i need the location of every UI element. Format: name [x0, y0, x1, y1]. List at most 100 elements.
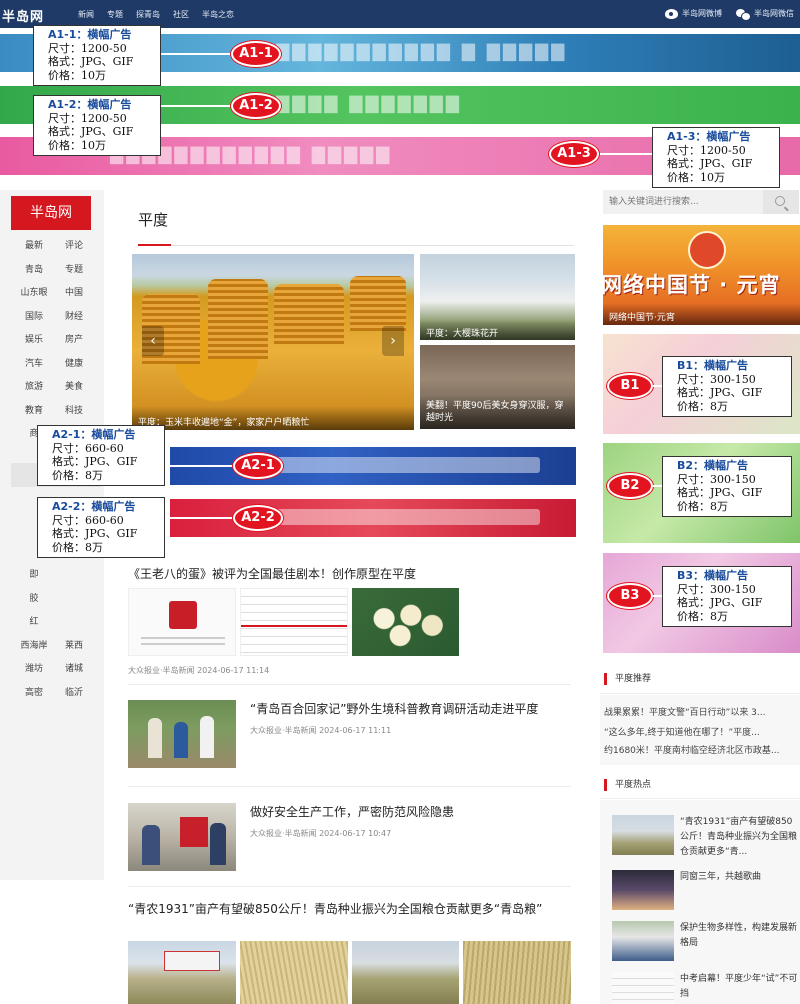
news-title[interactable]: “青岛百合回家记”野外生境科普教育调研活动走进平度 — [250, 701, 572, 717]
recommend-item[interactable]: “这么多年,终于知道他在哪了！”平度... — [604, 725, 800, 738]
news-meta: 大众报业·半岛新闻 2024-06-17 11:11 — [250, 726, 392, 735]
channel-link[interactable]: 评论 — [54, 238, 94, 262]
news-thumb[interactable] — [240, 588, 348, 656]
search-box — [603, 190, 799, 214]
news-item-3[interactable]: 做好安全生产工作，严密防范风险隐患 大众报业·半岛新闻 2024-06-17 1… — [250, 804, 572, 839]
ad-spec-format: 格式：JPG、GIF — [667, 157, 753, 170]
channel-link[interactable]: 旅游 — [14, 379, 54, 403]
hot-heading: 平度热点 — [604, 779, 651, 791]
ad-tag-b1: B1 — [607, 373, 653, 399]
recommend-item[interactable]: 战果累累！平度文警“百日行动”以来 3... — [604, 705, 800, 718]
news-item-1[interactable]: 《王老八的蛋》被评为全国最佳剧本！创作原型在平度 — [128, 566, 573, 582]
news-thumb[interactable] — [128, 700, 236, 768]
ad-spec-title: A2-1：横幅广告 — [52, 428, 136, 441]
channel-link[interactable]: 山东眼 — [14, 285, 54, 309]
festival-banner[interactable]: 网络中国节 · 元宵 网络中国节·元宵 — [603, 225, 800, 325]
channel-link[interactable]: 潍坊 — [14, 661, 54, 685]
news-thumb[interactable] — [352, 941, 459, 1004]
news-thumb[interactable] — [352, 588, 459, 656]
nav-item-news[interactable]: 新闻 — [78, 9, 94, 20]
hot-item[interactable]: 中考启幕！平度少年“试”不可挡 — [680, 972, 798, 1002]
hot-thumb[interactable] — [612, 921, 674, 961]
slider-side-photo-1[interactable]: 平度：大樱珠花开 — [420, 254, 575, 340]
news-thumb[interactable] — [240, 941, 348, 1004]
ad-tag-a2-2: A2-2 — [233, 505, 283, 531]
site-logo[interactable]: 半岛网 — [2, 6, 44, 25]
news-thumb[interactable] — [128, 941, 236, 1004]
ad-spec-size: 尺寸：1200-50 — [667, 143, 746, 157]
news-thumb[interactable] — [128, 588, 236, 656]
channel-link[interactable]: 科技 — [54, 403, 94, 427]
news-item-2[interactable]: “青岛百合回家记”野外生境科普教育调研活动走进平度 大众报业·半岛新闻 2024… — [250, 701, 572, 736]
channel-link[interactable]: 教育 — [14, 403, 54, 427]
slider-side-caption-2[interactable]: 美翻！平度90后美女身穿汉服，穿越时光 — [420, 395, 575, 429]
channel-link[interactable]: 美食 — [54, 379, 94, 403]
channel-link[interactable]: 高密 — [14, 685, 54, 709]
recommend-item[interactable]: 约1680米！平度南村临空经济北区市政基... — [604, 743, 800, 756]
nav-item-explore[interactable]: 探青岛 — [136, 9, 160, 20]
slider-side-photo-2[interactable]: 美翻！平度90后美女身穿汉服，穿越时光 — [420, 345, 575, 429]
ad-tag-b2: B2 — [607, 473, 653, 499]
news-meta: 大众报业·半岛新闻 2024-06-17 11:14 — [128, 666, 270, 675]
channel-link[interactable]: 红 — [14, 614, 54, 638]
channel-link[interactable]: 健康 — [54, 356, 94, 380]
festival-caption[interactable]: 网络中国节·元宵 — [603, 303, 800, 325]
slider-prev-button[interactable]: ‹ — [142, 326, 164, 356]
channel-link[interactable]: 西海岸 — [14, 638, 54, 662]
weibo-link[interactable]: 半岛网微博 — [665, 8, 722, 19]
channel-link[interactable]: 临沂 — [54, 685, 94, 709]
wechat-label: 半岛网微信 — [754, 9, 794, 18]
channel-link[interactable]: 青岛 — [14, 262, 54, 286]
channel-link[interactable]: 娱乐 — [14, 332, 54, 356]
hot-thumb[interactable] — [612, 870, 674, 910]
hot-thumb[interactable] — [612, 972, 674, 1004]
nav-item-love[interactable]: 半岛之恋 — [202, 9, 234, 20]
hot-item[interactable]: 保护生物多样性，构建发展新格局 — [680, 921, 798, 951]
slider-main-caption[interactable]: 平度：玉米丰收遍地“金”，家家户户晒粮忙 — [132, 406, 414, 430]
ad-spec-price: 价格：8万 — [677, 399, 728, 413]
top-navbar: 半岛网 新闻 专题 探青岛 社区 半岛之恋 半岛网微博 半岛网微信 — [0, 0, 800, 28]
channel-link[interactable]: 即 — [14, 567, 54, 591]
ad-spec-size: 尺寸：660-60 — [52, 441, 124, 455]
ad-spec-format: 格式：JPG、GIF — [52, 527, 138, 540]
channel-link[interactable]: 莱西 — [54, 638, 94, 662]
title-accent — [138, 244, 171, 246]
channel-link[interactable]: 诸城 — [54, 661, 94, 685]
channel-link[interactable]: 中国 — [54, 285, 94, 309]
news-thumb[interactable] — [128, 803, 236, 871]
news-title[interactable]: 《王老八的蛋》被评为全国最佳剧本！创作原型在平度 — [128, 566, 573, 582]
channel-link[interactable]: 专题 — [54, 262, 94, 286]
channel-brand[interactable]: 半岛网 — [11, 196, 91, 230]
hot-item[interactable]: 同窗三年，共越歌曲 — [680, 870, 798, 885]
news-title[interactable]: 做好安全生产工作，严密防范风险隐患 — [250, 804, 572, 820]
slider-side-caption-1[interactable]: 平度：大樱珠花开 — [420, 320, 575, 340]
channel-link[interactable]: 国际 — [14, 309, 54, 333]
ad-spec-size: 尺寸：660-60 — [52, 513, 124, 527]
channel-link[interactable]: 财经 — [54, 309, 94, 333]
channel-link[interactable]: 最新 — [14, 238, 54, 262]
nav-item-topics[interactable]: 专题 — [107, 9, 123, 20]
channel-link[interactable]: 汽车 — [14, 356, 54, 380]
search-button[interactable] — [763, 190, 799, 214]
ad-tag-a1-3: A1-3 — [549, 141, 599, 167]
search-input[interactable] — [609, 194, 759, 210]
ad-spec-a1-1: A1-1：横幅广告 尺寸：1200-50 格式：JPG、GIF 价格：10万 — [33, 25, 161, 86]
ad-spec-a1-2: A1-2：横幅广告 尺寸：1200-50 格式：JPG、GIF 价格：10万 — [33, 95, 161, 156]
news-title[interactable]: “青农1931”亩产有望破850公斤！青岛种业振兴为全国粮仓贡献更多“青岛粮” — [128, 900, 573, 919]
ad-spec-price: 价格：8万 — [677, 609, 728, 623]
ad-tag-a1-2: A1-2 — [231, 93, 281, 119]
wechat-link[interactable]: 半岛网微信 — [736, 8, 794, 21]
news-item-4[interactable]: “青农1931”亩产有望破850公斤！青岛种业振兴为全国粮仓贡献更多“青岛粮” — [128, 900, 573, 919]
slider-next-button[interactable]: › — [382, 326, 404, 356]
festival-headline: 网络中国节 · 元宵 — [603, 273, 781, 297]
channel-link[interactable]: 胶 — [14, 591, 54, 615]
ad-spec-b2: B2：横幅广告 尺寸：300-150 格式：JPG、GIF 价格：8万 — [662, 456, 792, 517]
nav-item-community[interactable]: 社区 — [173, 9, 189, 20]
news-thumb[interactable] — [463, 941, 571, 1004]
hot-item[interactable]: “青农1931”亩产有望破850公斤！青岛种业振兴为全国粮仓贡献更多“青... — [680, 815, 798, 860]
hot-thumb[interactable] — [612, 815, 674, 855]
channel-link[interactable]: 房产 — [54, 332, 94, 356]
ad-spec-format: 格式：JPG、GIF — [677, 596, 763, 609]
news-meta: 大众报业·半岛新闻 2024-06-17 10:47 — [250, 829, 392, 838]
slider-main-photo[interactable]: ‹ › 平度：玉米丰收遍地“金”，家家户户晒粮忙 — [132, 254, 414, 430]
